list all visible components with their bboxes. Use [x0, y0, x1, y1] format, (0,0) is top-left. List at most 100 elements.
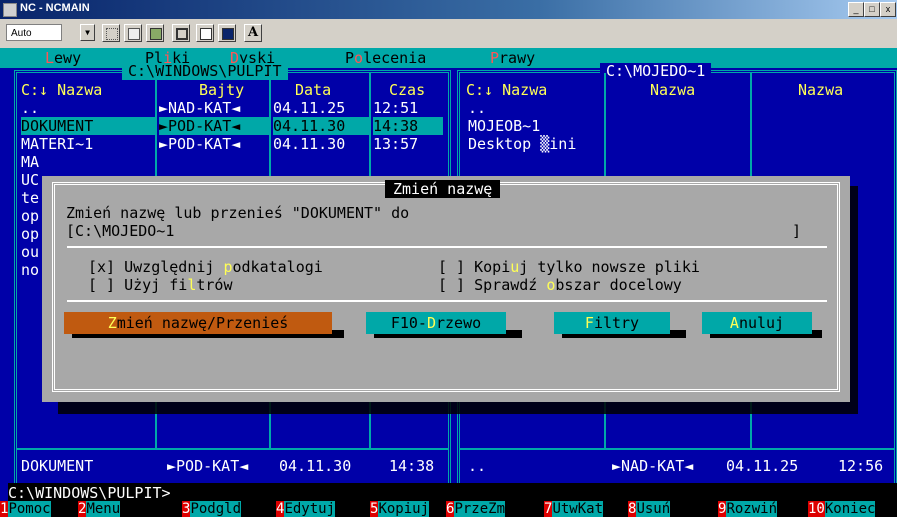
dialog-prompt: Zmień nazwę lub przenieś "DOKUMENT" do: [66, 204, 410, 222]
tree-button[interactable]: F10-Drzewo: [366, 312, 506, 334]
command-prompt[interactable]: C:\WINDOWS\PULPIT>: [8, 483, 897, 503]
checkbox-use-filters[interactable]: [ ] Użyj filtrów: [88, 276, 233, 294]
fkey-label: PrzeZm: [454, 501, 506, 517]
target-path-input[interactable]: [C:\MOJEDO~1: [66, 222, 174, 240]
file-name: op: [21, 207, 40, 225]
window-title: NC - NCMAIN: [20, 2, 90, 14]
checkbox-include-subdirs[interactable]: [x] Uwzględnij podkatalogi: [88, 258, 323, 276]
file-name: ou: [21, 243, 40, 261]
minimize-button[interactable]: _: [848, 2, 864, 17]
fkey-label: Menu: [86, 501, 121, 517]
file-row[interactable]: ..: [468, 99, 486, 117]
function-key-bar: 1Pomoc 2Menu 3Podgld 4Edytuj 5Kopiuj 6PrzeZm 7…: [0, 501, 897, 517]
target-input-end: ]: [792, 222, 802, 240]
header-name[interactable]: Nazwa: [650, 81, 695, 99]
paste-icon[interactable]: [146, 24, 164, 42]
fkey-label: Podgld: [190, 501, 242, 517]
file-date: 04.11.30: [273, 117, 369, 135]
properties-icon[interactable]: [196, 24, 214, 42]
status-bytes: ►POD-KAT◄: [167, 457, 249, 475]
fkey-label: Usuń: [636, 501, 671, 517]
fkey-2[interactable]: 2Menu: [78, 501, 121, 517]
background-icon[interactable]: [218, 24, 236, 42]
fkey-3[interactable]: 3Podgld: [182, 501, 242, 517]
font-size-select[interactable]: Auto: [6, 24, 62, 41]
file-row[interactable]: MOJEOB~1: [468, 117, 540, 135]
app-icon[interactable]: [3, 3, 17, 17]
header-date[interactable]: Data: [295, 81, 331, 99]
file-row[interactable]: MA: [17, 153, 447, 171]
fkey-number: 10: [808, 501, 825, 517]
file-bytes: ►POD-KAT◄: [159, 117, 269, 135]
rename-move-button[interactable]: Zmień nazwę/Przenieś: [64, 312, 332, 334]
dialog-separator: [67, 246, 827, 248]
file-bytes: ►NAD-KAT◄: [159, 99, 241, 117]
file-name: no: [21, 261, 40, 279]
font-icon[interactable]: A: [244, 24, 262, 42]
dialog-title: Zmień nazwę: [385, 180, 501, 198]
status-name: DOKUMENT: [21, 457, 94, 475]
right-panel-path: C:\MOJEDO~1: [600, 63, 712, 80]
rename-dialog: Zmień nazwę Zmień nazwę lub przenieś "DO…: [42, 176, 850, 402]
status-separator: [17, 448, 448, 450]
fkey-4[interactable]: 4Edytuj: [276, 501, 336, 517]
header-name[interactable]: C:↓ Nazwa: [466, 81, 547, 99]
fkey-label: UtwKat: [552, 501, 604, 517]
fkey-9[interactable]: 9Rozwiń: [718, 501, 778, 517]
file-name: DOKUMENT: [21, 117, 155, 135]
checkbox-check-target-space[interactable]: [ ] Sprawdź obszar docelowy: [438, 276, 682, 294]
menu-commands[interactable]: Polecenia: [345, 48, 426, 68]
file-name: UC: [21, 171, 40, 189]
file-name: MATERI~1: [21, 135, 94, 153]
checkbox-copy-newer[interactable]: [ ] Kopiuj tylko nowsze pliki: [438, 258, 700, 276]
file-date: 04.11.25: [273, 99, 346, 117]
dos-screen: Lewy Pliki Dyski Polecenia Prawy C:\WIND…: [0, 48, 897, 517]
chevron-down-icon[interactable]: ▼: [80, 24, 95, 41]
status-time: 14:38: [389, 457, 435, 475]
file-name: te: [21, 189, 40, 207]
mark-icon[interactable]: [102, 24, 120, 42]
file-row[interactable]: Desktop ▒ini: [468, 135, 576, 153]
maximize-button[interactable]: □: [864, 2, 880, 17]
fkey-label: Edytuj: [284, 501, 336, 517]
copy-icon[interactable]: [124, 24, 142, 42]
fkey-6[interactable]: 6PrzeZm: [446, 501, 506, 517]
cancel-button[interactable]: Anuluj: [702, 312, 812, 334]
left-panel-path: C:\WINDOWS\PULPIT: [122, 63, 288, 80]
header-time[interactable]: Czas: [389, 81, 425, 99]
file-bytes: ►POD-KAT◄: [159, 135, 241, 153]
file-row[interactable]: MATERI~1 ►POD-KAT◄ 04.11.30 13:57: [17, 135, 447, 153]
dialog-separator: [67, 300, 827, 302]
status-separator: [460, 448, 894, 450]
menu-right[interactable]: Prawy: [490, 48, 535, 68]
menu-left[interactable]: Lewy: [45, 48, 81, 68]
fullscreen-icon[interactable]: [172, 24, 190, 42]
status-date: 04.11.30: [279, 457, 352, 475]
fkey-1[interactable]: 1Pomoc: [0, 501, 51, 517]
status-date: 04.11.25: [726, 457, 799, 475]
filters-button[interactable]: Filtry: [554, 312, 670, 334]
file-row[interactable]: DOKUMENT ►POD-KAT◄ 04.11.30 14:38: [17, 117, 447, 135]
file-name: op: [21, 225, 40, 243]
file-name: MA: [21, 153, 40, 171]
file-row[interactable]: .. ►NAD-KAT◄ 04.11.25 12:51: [17, 99, 447, 117]
header-name[interactable]: C:↓ Nazwa: [21, 81, 102, 99]
file-time: 14:38: [373, 117, 443, 135]
file-date: 04.11.30: [273, 135, 346, 153]
fkey-label: Kopiuj: [378, 501, 430, 517]
fkey-5[interactable]: 5Kopiuj: [370, 501, 430, 517]
status-name: ..: [468, 457, 487, 475]
window-title-bar[interactable]: NC - NCMAIN _ □ x: [0, 0, 897, 19]
file-name: ..: [21, 99, 40, 117]
fkey-label: Koniec: [824, 501, 876, 517]
status-bytes: ►NAD-KAT◄: [612, 457, 694, 475]
toolbar: Auto ▼ A: [0, 19, 897, 49]
header-name[interactable]: Nazwa: [798, 81, 843, 99]
fkey-8[interactable]: 8Usuń: [628, 501, 671, 517]
header-bytes[interactable]: Bajty: [199, 81, 244, 99]
close-button[interactable]: x: [880, 2, 896, 17]
file-time: 12:51: [373, 99, 419, 117]
fkey-7[interactable]: 7UtwKat: [544, 501, 604, 517]
fkey-label: Pomoc: [8, 501, 51, 517]
fkey-10[interactable]: 10Koniec: [808, 501, 876, 517]
